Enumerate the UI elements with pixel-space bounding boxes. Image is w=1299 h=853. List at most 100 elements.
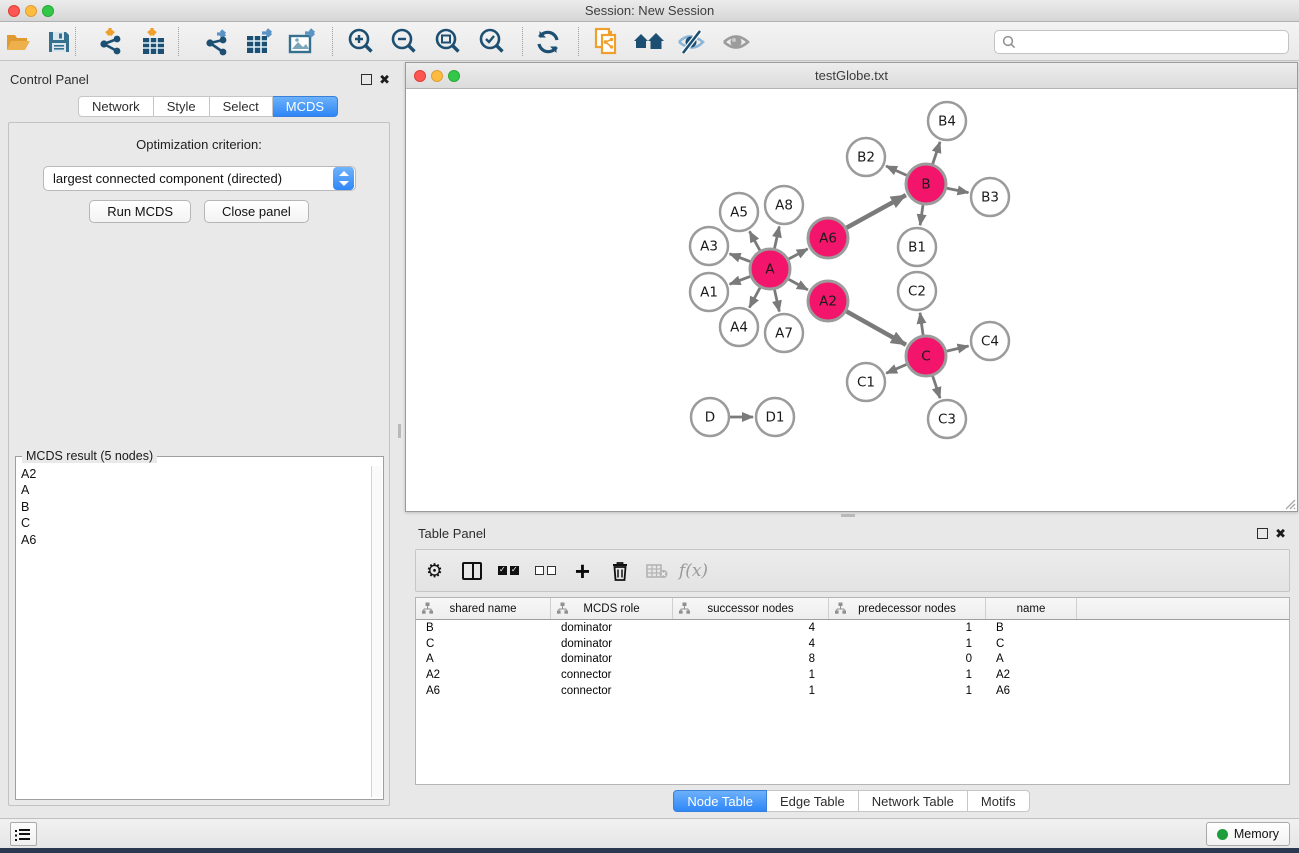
cell-MCDS-role[interactable]: connector [551,669,673,681]
mcds-result-item[interactable]: A2 [18,466,370,482]
cell-predecessor-nodes[interactable]: 1 [829,685,986,697]
table-panel: Table Panel ✖ ⚙ + f(x) shared nameMCDS r… [405,520,1298,816]
network-graph[interactable]: B4B2BB3A8A5A6A3B1AC2A1A2A4A7C4CC1C3DD1 [406,89,1297,511]
cell-successor-nodes[interactable]: 1 [673,669,829,681]
column-header-successor-nodes[interactable]: successor nodes [673,598,829,619]
settings-gear-icon[interactable]: ⚙ [416,550,453,591]
cell-name[interactable]: A6 [986,685,1077,697]
network-window-title-bar[interactable]: testGlobe.txt [406,63,1297,89]
cell-name[interactable]: A2 [986,669,1077,681]
tab-mcds[interactable]: MCDS [273,96,338,117]
zoom-out-icon[interactable] [387,26,421,58]
export-table-icon[interactable] [243,26,277,58]
cell-name[interactable]: B [986,622,1077,634]
zoom-fit-icon[interactable] [431,26,465,58]
mcds-result-item[interactable]: C [18,515,370,531]
mcds-panel: Optimization criterion: largest connecte… [8,122,390,806]
show-hidden-icon[interactable] [719,26,753,58]
import-table-icon[interactable] [137,26,171,58]
cell-name[interactable]: C [986,638,1077,650]
cell-successor-nodes[interactable]: 4 [673,622,829,634]
cell-predecessor-nodes[interactable]: 0 [829,653,986,665]
table-row[interactable]: Bdominator41B [416,620,1289,636]
node-table[interactable]: shared nameMCDS rolesuccessor nodesprede… [415,597,1290,785]
cell-predecessor-nodes[interactable]: 1 [829,638,986,650]
close-panel-button[interactable]: Close panel [204,200,309,223]
cell-MCDS-role[interactable]: connector [551,685,673,697]
deselect-all-columns-icon[interactable] [527,550,564,591]
mcds-result-item[interactable]: B [18,499,370,515]
cell-shared-name[interactable]: A2 [416,669,551,681]
resize-grip-icon[interactable] [1283,497,1296,510]
delete-table-icon[interactable] [638,550,675,591]
mcds-result-item[interactable]: A [18,482,370,498]
function-builder-icon[interactable]: f(x) [675,550,712,591]
show-all-networks-icon[interactable] [631,26,665,58]
mcds-result-list[interactable]: A2ABCA6 [18,466,370,797]
pane-divider-grip[interactable] [398,424,401,438]
task-history-button[interactable] [10,822,37,846]
float-panel-icon[interactable] [361,74,372,85]
node-label-A2: A2 [819,294,837,310]
search-input[interactable] [1021,32,1288,52]
tab-network[interactable]: Network [78,96,154,117]
open-session-icon[interactable] [2,26,36,58]
close-panel-icon[interactable]: ✖ [1275,528,1286,539]
tab-style[interactable]: Style [154,96,210,117]
cell-name[interactable]: A [986,653,1077,665]
cell-shared-name[interactable]: A6 [416,685,551,697]
zoom-selected-icon[interactable] [475,26,509,58]
save-session-icon[interactable] [42,26,76,58]
hide-selected-icon[interactable] [674,26,708,58]
desktop-strip [0,848,1299,853]
cell-shared-name[interactable]: C [416,638,551,650]
cell-successor-nodes[interactable]: 8 [673,653,829,665]
cell-MCDS-role[interactable]: dominator [551,653,673,665]
select-all-columns-icon[interactable] [490,550,527,591]
cell-predecessor-nodes[interactable]: 1 [829,669,986,681]
column-header-name[interactable]: name [986,598,1077,619]
close-panel-icon[interactable]: ✖ [379,74,390,85]
export-network-icon[interactable] [200,26,234,58]
memory-button[interactable]: Memory [1206,822,1290,846]
mcds-result-item[interactable]: A6 [18,532,370,548]
cell-successor-nodes[interactable]: 1 [673,685,829,697]
result-list-scrollbar[interactable] [371,466,382,797]
cell-MCDS-role[interactable]: dominator [551,622,673,634]
tab-edge-table[interactable]: Edge Table [767,790,859,812]
cell-successor-nodes[interactable]: 4 [673,638,829,650]
tab-motifs[interactable]: Motifs [968,790,1030,812]
control-panel: Control Panel ✖ NetworkStyleSelectMCDS O… [8,62,390,812]
split-columns-icon[interactable] [453,550,490,591]
table-row[interactable]: Adominator80A [416,652,1289,668]
table-row[interactable]: A6connector11A6 [416,683,1289,699]
delete-column-icon[interactable] [601,550,638,591]
cell-predecessor-nodes[interactable]: 1 [829,622,986,634]
cell-shared-name[interactable]: B [416,622,551,634]
import-network-icon[interactable] [95,26,129,58]
cell-MCDS-role[interactable]: dominator [551,638,673,650]
search-field[interactable] [994,30,1289,54]
new-network-from-selection-icon[interactable] [591,26,625,58]
float-panel-icon[interactable] [1257,528,1268,539]
export-image-icon[interactable] [286,26,320,58]
pane-divider-grip[interactable] [841,514,855,517]
refresh-view-icon[interactable] [531,26,565,58]
column-header-shared-name[interactable]: shared name [416,598,551,619]
criterion-dropdown[interactable]: largest connected component (directed) [43,166,356,191]
dropdown-stepper-icon[interactable] [333,167,354,190]
run-mcds-button[interactable]: Run MCDS [89,200,191,223]
network-canvas[interactable]: B4B2BB3A8A5A6A3B1AC2A1A2A4A7C4CC1C3DD1 [406,89,1297,511]
node-label-A4: A4 [730,320,748,336]
zoom-in-icon[interactable] [344,26,378,58]
add-column-icon[interactable]: + [564,550,601,591]
table-row[interactable]: Cdominator41C [416,636,1289,652]
column-header-predecessor-nodes[interactable]: predecessor nodes [829,598,986,619]
column-header-MCDS-role[interactable]: MCDS role [551,598,673,619]
tab-network-table[interactable]: Network Table [859,790,968,812]
tab-node-table[interactable]: Node Table [673,790,767,812]
tab-select[interactable]: Select [210,96,273,117]
cell-shared-name[interactable]: A [416,653,551,665]
table-row[interactable]: A2connector11A2 [416,667,1289,683]
table-toolbar: ⚙ + f(x) [415,549,1290,592]
